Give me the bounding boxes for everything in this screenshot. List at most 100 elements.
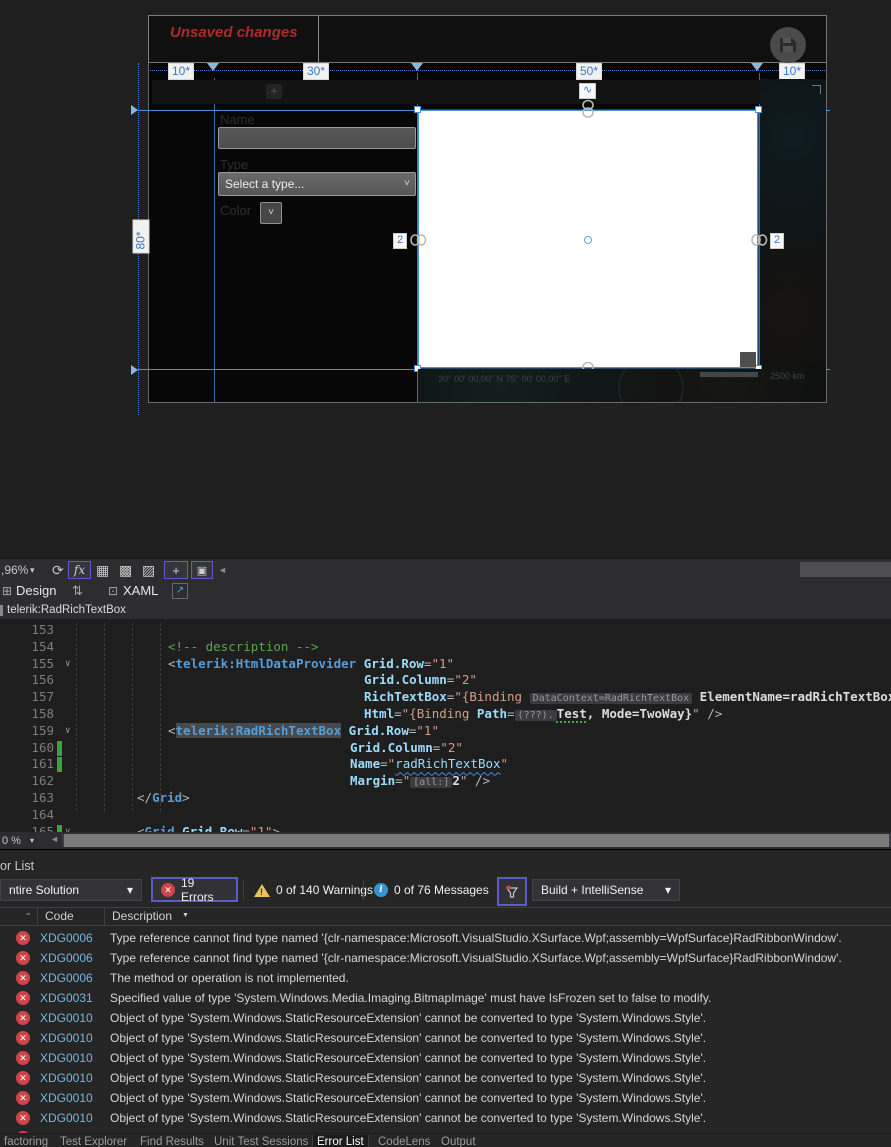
source-filter-dropdown[interactable]: Build + IntelliSense ▾: [532, 879, 680, 901]
designer-zoom-value[interactable]: ,96%: [1, 560, 28, 580]
error-table-row[interactable]: ✕ XDG0031 Specified value of type 'System.…: [0, 988, 891, 1008]
error-description[interactable]: Object of type 'System.Windows.StaticRes…: [110, 1111, 706, 1125]
margin-top-chain-icon[interactable]: [581, 99, 595, 119]
error-description[interactable]: Object of type 'System.Windows.StaticRes…: [110, 1031, 706, 1045]
error-description[interactable]: Object of type 'System.Windows.StaticRes…: [110, 1071, 706, 1085]
resize-grip[interactable]: [740, 352, 756, 367]
warnings-filter-button[interactable]: ! 0 of 140 Warnings: [246, 878, 381, 902]
errors-filter-button[interactable]: ✕ 19 Errors: [151, 876, 238, 904]
row-splitter-icon[interactable]: [131, 365, 138, 375]
error-description[interactable]: Object of type 'System.Windows.StaticRes…: [110, 1091, 706, 1105]
tab-design[interactable]: Design: [16, 580, 56, 602]
editor-hscroll-track[interactable]: [62, 834, 891, 847]
margin-left-chain-icon[interactable]: [410, 233, 427, 247]
column-size-label[interactable]: 30*: [303, 63, 330, 80]
code-line[interactable]: 156 Grid.Column="2": [0, 672, 891, 689]
name-textbox[interactable]: [218, 127, 416, 149]
filter-button[interactable]: [497, 877, 527, 906]
snaplines-button[interactable]: +: [164, 561, 188, 579]
sort-priority-icon[interactable]: ⁼: [26, 911, 31, 922]
snap-to-grid-button[interactable]: ▣: [191, 561, 213, 579]
code-line[interactable]: 159 ∨ <telerik:RadRichTextBox Grid.Row="1": [0, 722, 891, 740]
add-folder-icon[interactable]: +: [266, 84, 282, 99]
code-line[interactable]: 153: [0, 622, 891, 639]
error-code[interactable]: XDG0010: [40, 1071, 93, 1085]
error-description[interactable]: Type reference cannot find type named '{…: [110, 931, 842, 945]
color-combobox[interactable]: ˅: [260, 202, 282, 224]
error-table-row[interactable]: ✕ XDG0006 The method or operation is not i…: [0, 968, 891, 988]
error-code[interactable]: XDG0006: [40, 931, 93, 945]
code-line[interactable]: 154 <!-- description -->: [0, 639, 891, 656]
column-header-code[interactable]: Code: [45, 909, 74, 923]
bottom-tab-find-results[interactable]: Find Results: [136, 1135, 208, 1147]
code-line[interactable]: 157 RichTextBox="{Binding DataContext=Rad…: [0, 689, 891, 706]
bottom-tab-error-list[interactable]: Error List: [312, 1135, 369, 1147]
column-splitter-icon[interactable]: [411, 63, 423, 71]
bottom-tab-unit-test-sessions[interactable]: Unit Test Sessions: [210, 1135, 312, 1147]
error-code[interactable]: XDG0006: [40, 971, 93, 985]
editor-zoom-caret-icon[interactable]: ▾: [30, 831, 34, 851]
fold-collapse-icon[interactable]: ∨: [65, 824, 70, 832]
margin-left-value[interactable]: 2: [393, 233, 408, 249]
zoom-caret-icon[interactable]: ▾: [30, 560, 35, 580]
fold-collapse-icon[interactable]: ∨: [65, 656, 70, 672]
scope-filter-dropdown[interactable]: ntire Solution ▾: [0, 879, 142, 901]
row-size-label[interactable]: 80*: [132, 219, 150, 254]
bottom-tab-output[interactable]: Output: [437, 1135, 480, 1147]
error-table-row[interactable]: ✕ XDG0006 Type reference cannot find type …: [0, 928, 891, 948]
error-description[interactable]: Type reference cannot find type named '{…: [110, 951, 842, 965]
code-line[interactable]: 162 Margin=" [all:] 2" />: [0, 773, 891, 790]
error-code[interactable]: XDG0010: [40, 1111, 93, 1125]
column-splitter-icon[interactable]: [751, 63, 763, 71]
error-description[interactable]: Object of type 'System.Windows.StaticRes…: [110, 1011, 706, 1025]
column-size-label[interactable]: 10*: [779, 63, 806, 80]
breadcrumb[interactable]: telerik:RadRichTextBox: [7, 603, 126, 618]
grid-options-icon[interactable]: ▩: [119, 560, 132, 580]
error-table-row[interactable]: ✕ XDG0010 Object of type 'System.Windows.S…: [0, 1068, 891, 1088]
code-line[interactable]: 158 Html="{Binding Path= (???). Test, Mode=…: [0, 706, 891, 723]
row-splitter-icon[interactable]: [131, 105, 138, 115]
refresh-icon[interactable]: ⟳: [52, 560, 64, 580]
column-size-label[interactable]: 50*: [576, 63, 603, 80]
column-splitter-icon[interactable]: [207, 63, 219, 71]
column-size-label[interactable]: 10*: [168, 63, 195, 80]
swap-panes-icon[interactable]: ⇅: [72, 580, 83, 602]
column-header-description[interactable]: Description: [112, 909, 172, 923]
checker-background-icon[interactable]: ▨: [142, 560, 155, 580]
margin-right-value[interactable]: 2: [770, 233, 785, 249]
selection-handle[interactable]: [755, 106, 762, 113]
editor-zoom-value[interactable]: 0 %: [2, 831, 21, 851]
error-table-row[interactable]: ✕ XDG0010 Object of type 'System.Windows.S…: [0, 1048, 891, 1068]
error-code[interactable]: XDG0010: [40, 1011, 93, 1025]
margin-top-auto[interactable]: ∿: [579, 83, 597, 99]
xaml-code-editor[interactable]: 153 154 <!-- description --> 155 ∨ <telerik:H…: [0, 619, 891, 832]
popout-pane-icon[interactable]: ↗: [172, 583, 188, 599]
messages-filter-button[interactable]: i 0 of 76 Messages: [366, 878, 497, 902]
error-table-row[interactable]: ✕ XDG0006 Type reference cannot find type …: [0, 948, 891, 968]
error-description[interactable]: Specified value of type 'System.Windows.…: [110, 991, 711, 1005]
design-horizontal-scrollbar[interactable]: [800, 562, 891, 577]
fold-collapse-icon[interactable]: ∨: [65, 723, 70, 739]
bottom-tab-test-explorer[interactable]: Test Explorer: [56, 1135, 131, 1147]
error-description[interactable]: The method or operation is not implement…: [110, 971, 349, 985]
code-line[interactable]: 155 ∨ <telerik:HtmlDataProvider Grid.Row="…: [0, 656, 891, 673]
error-code[interactable]: XDG0010: [40, 1091, 93, 1105]
type-combobox[interactable]: Select a type... ˅: [218, 172, 416, 196]
error-code[interactable]: XDG0010: [40, 1051, 93, 1065]
bottom-tab-factoring[interactable]: factoring: [0, 1135, 52, 1147]
tab-xaml[interactable]: XAML: [123, 580, 158, 602]
selection-handle[interactable]: [414, 106, 421, 113]
save-button[interactable]: [770, 27, 806, 63]
error-code[interactable]: XDG0010: [40, 1031, 93, 1045]
editor-hscroll-thumb[interactable]: [64, 834, 889, 847]
margin-right-chain-icon[interactable]: [751, 233, 768, 247]
error-table-row[interactable]: ✕ XDG0010 Object of type 'System.Windows.S…: [0, 1088, 891, 1108]
error-table-row[interactable]: ✕ XDG0010 Object of type 'System.Windows.S…: [0, 1108, 891, 1128]
show-grid-icon[interactable]: ▦: [96, 560, 109, 580]
effects-fx-button[interactable]: fx: [68, 561, 91, 579]
code-line[interactable]: 165 ∨ <Grid Grid.Row="1">: [0, 824, 891, 832]
error-code[interactable]: XDG0031: [40, 991, 93, 1005]
error-table-row[interactable]: ✕ XDG0010 Object of type 'System.Windows.S…: [0, 1008, 891, 1028]
scroll-left-icon[interactable]: ◄: [50, 834, 59, 844]
error-code[interactable]: XDG0006: [40, 951, 93, 965]
